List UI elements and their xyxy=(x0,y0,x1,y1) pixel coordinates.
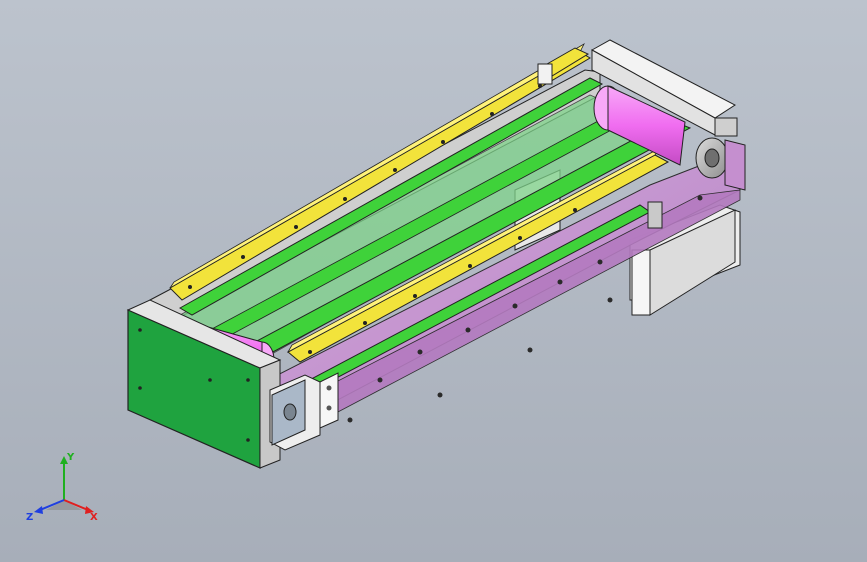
support-block-front xyxy=(631,249,651,316)
z-axis-arrow xyxy=(34,506,43,514)
rail-end-block-face xyxy=(537,63,553,85)
bearing-hole xyxy=(283,403,297,421)
motor-mount-side xyxy=(714,117,738,137)
z-axis-label: Z xyxy=(26,512,33,523)
motor-shaft xyxy=(704,148,720,168)
x-axis-label: X xyxy=(90,512,98,523)
bearing-screw-1 xyxy=(326,385,332,391)
sensor-bracket xyxy=(647,201,663,229)
y-axis-label: Y xyxy=(66,452,75,463)
cad-viewport[interactable]: Y X Z xyxy=(0,0,867,562)
bearing-screw-2 xyxy=(326,405,332,411)
coordinate-triad: Y X Z xyxy=(26,452,98,523)
right-end-plate xyxy=(724,139,746,191)
bearing-side-block xyxy=(319,372,339,429)
conveyor-assembly-model[interactable] xyxy=(0,0,867,562)
